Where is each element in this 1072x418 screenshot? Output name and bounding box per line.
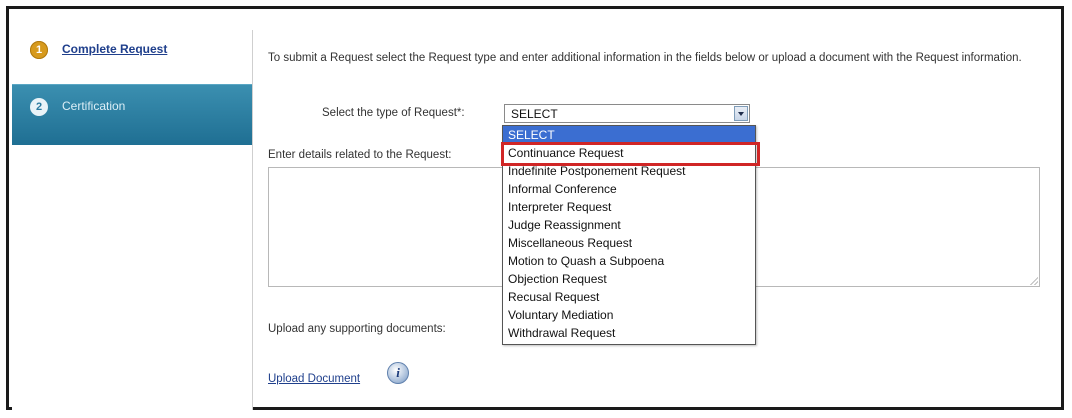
step-number-badge: 2: [30, 98, 48, 116]
details-label: Enter details related to the Request:: [268, 149, 452, 161]
dropdown-option[interactable]: Recusal Request: [503, 288, 755, 306]
dropdown-option[interactable]: Withdrawal Request: [503, 324, 755, 342]
request-type-select[interactable]: SELECT: [504, 104, 750, 123]
step-label[interactable]: Complete Request: [62, 42, 167, 56]
intro-text: To submit a Request select the Request t…: [268, 52, 1022, 64]
step-label: Certification: [62, 99, 126, 113]
resize-grip-icon[interactable]: [1030, 277, 1038, 285]
steps-sidebar: 1 Complete Request 2 Certification: [12, 30, 253, 410]
select-value: SELECT: [511, 107, 558, 121]
request-type-label: Select the type of Request*:: [322, 107, 465, 119]
step-certification[interactable]: 2 Certification: [12, 84, 252, 145]
dropdown-option[interactable]: Miscellaneous Request: [503, 234, 755, 252]
dropdown-option[interactable]: Objection Request: [503, 270, 755, 288]
dropdown-option[interactable]: Voluntary Mediation: [503, 306, 755, 324]
dropdown-option[interactable]: Interpreter Request: [503, 198, 755, 216]
dropdown-option[interactable]: Informal Conference: [503, 180, 755, 198]
dropdown-option[interactable]: Judge Reassignment: [503, 216, 755, 234]
info-icon[interactable]: i: [387, 362, 409, 384]
upload-label: Upload any supporting documents:: [268, 323, 446, 335]
dropdown-option[interactable]: Motion to Quash a Subpoena: [503, 252, 755, 270]
upload-document-link[interactable]: Upload Document: [268, 373, 360, 385]
chevron-down-icon[interactable]: [734, 106, 748, 121]
annotation-highlight-box: [501, 142, 760, 166]
step-number-badge: 1: [30, 41, 48, 59]
step-complete-request[interactable]: 1 Complete Request: [12, 30, 252, 85]
